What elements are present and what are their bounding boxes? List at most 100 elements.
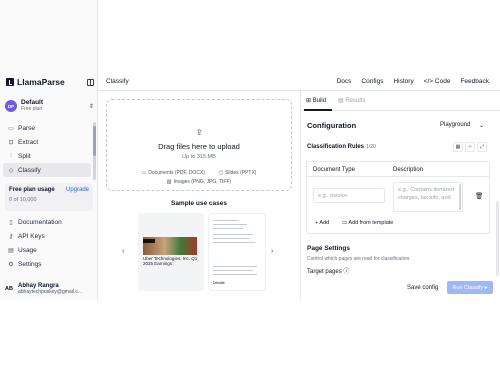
user-avatar: AB [5,286,13,292]
sidebar-nav: ▭ Parse ⊡ Extract ⫶ Split ◇ Classify [3,121,91,177]
run-classify-label: Run Classify [452,284,484,291]
image-icon: ▨ [166,179,172,185]
panel-scrollbar[interactable] [496,201,499,276]
active-tab-indicator [304,109,332,111]
sidebar-scrollbar-thumb[interactable] [93,126,96,156]
doc-text-line [213,274,257,275]
sidebar-secondary-nav: ▯ Documentation ⚷ API Keys ▤ Usage ⚙ Set… [3,215,91,271]
dropzone-title: Drag files here to upload [158,142,240,151]
file-dropzone[interactable]: ⇪ Drag files here to upload Up to 315 MB… [106,99,292,191]
tab-results[interactable]: ▤ Results [338,97,365,104]
doc-text-line [213,242,255,243]
sidebar-item-label: Classify [18,166,41,174]
column-header-document-type: Document Type [313,167,355,173]
workspace-switcher[interactable]: DP Default Free plan ⇕ [5,97,94,115]
sample-card-uber[interactable]: Uber Technologies, Inc. Q1 2025 Earnings [138,213,204,291]
chevron-right-icon[interactable]: › [271,248,273,255]
sidebar-item-label: Settings [18,260,42,268]
add-from-template-label: Add from template [348,220,394,226]
page-title: Classify [106,78,129,85]
sample-card-title: Uber Technologies, Inc. Q1 2025 Earnings [143,256,198,267]
top-nav: Docs Configs History </> Code Feedback [334,77,492,86]
configs-button[interactable]: Configs [358,77,386,86]
sidebar-item-parse[interactable]: ▭ Parse [3,121,91,135]
doc-text-line [213,266,257,267]
target-pages-label: Target pages ⓘ [307,266,349,275]
workspace-plan: Free plan [21,105,43,112]
feedback-button[interactable]: Feedback [457,77,492,86]
sidebar-item-split[interactable]: ⫶ Split [3,149,91,163]
sidebar-item-label: Extract [18,138,39,146]
slides-icon: ▢ [218,170,224,176]
sidebar-item-extract[interactable]: ⊡ Extract [3,135,91,149]
sample-card-document[interactable]: Deloitte [208,213,266,291]
add-rule-button[interactable]: + Add [315,220,329,226]
trash-icon[interactable]: 🗑 [475,192,483,200]
rules-count: 1/20 [366,144,376,150]
description-scrollbar[interactable] [459,184,461,210]
document-type-input[interactable] [313,188,385,203]
chevron-updown-icon: ⇕ [88,103,94,110]
docs-button[interactable]: Docs [334,77,355,86]
chevron-left-icon[interactable]: ‹ [122,248,124,255]
app-name: LlamaParse [17,77,65,87]
format-slides: Slides (PPTX) [225,170,257,176]
page-settings-subtitle: Control which pages are read for classif… [307,256,411,262]
format-documents: Documents (PDF, DOCX) [148,170,205,176]
preset-value: Playground [440,122,471,128]
gear-icon: ⚙ [8,261,14,268]
usage-icon: ▤ [8,247,14,254]
description-input[interactable] [393,182,463,212]
doc-text-line [213,228,243,229]
book-icon: ▯ [9,219,13,226]
tag-icon: ◇ [8,167,14,174]
expand-icon[interactable]: ⤢ [477,142,487,152]
format-row: ▨ Images (PNG, JPG, TIFF) [107,179,291,185]
save-config-button[interactable]: Save config [407,285,438,291]
tab-build-label: Build [312,98,327,104]
run-classify-button[interactable]: Run Classify ▸ [447,281,493,294]
sidebar-item-settings[interactable]: ⚙ Settings [3,257,91,271]
page-settings-title: Page Settings [307,245,350,252]
app-logo-row: LlamaParse [6,77,94,87]
sidebar-item-label: Documentation [18,218,62,226]
classification-rules-label: Classification Rules 1/20 [307,144,376,150]
top-bar: Classify Docs Configs History </> Code F… [98,74,500,91]
upload-icon: ⇪ [196,128,203,137]
code-button[interactable]: </> Code [421,77,454,86]
sidebar-item-label: Usage [18,246,37,254]
tab-results-label: Results [345,98,366,104]
chevron-down-icon: ⌄ [478,122,484,129]
info-icon: ⓘ [343,269,350,275]
llamaparse-logo-icon [6,78,14,86]
column-header-description: Description [393,167,424,173]
samples-title: Sample use cases [170,200,227,207]
tab-build[interactable]: ⊞ Build [306,97,326,104]
panel-tabs: ⊞ Build ▤ Results [301,91,500,111]
config-panel: ⊞ Build ▤ Results Configuration Playgrou… [300,91,500,300]
format-row: ▭ Documents (PDF, DOCX) ▢ Slides (PPTX) [107,170,291,176]
split-icon: ⫶ [10,152,12,159]
rules-table: Document Type Description 🗑 + Add ▭ Add … [306,161,490,234]
configuration-title: Configuration [307,121,357,130]
sidebar-item-api-keys[interactable]: ⚷ API Keys [3,229,91,243]
target-pages-text: Target pages [307,269,342,275]
sidebar-item-usage[interactable]: ▤ Usage [3,243,91,257]
sidebar-item-label: API Keys [18,232,45,240]
upgrade-link[interactable]: Upgrade [66,187,89,193]
history-button[interactable]: History [390,77,416,86]
document-icon: ▭ [141,170,147,176]
add-from-template-button[interactable]: ▭ Add from template [342,220,393,226]
user-menu[interactable]: AB Abhay Rangra abhaytechpuskey@gmail.c.… [3,281,95,297]
extract-icon: ⊡ [8,139,14,146]
uber-logo [143,239,155,243]
workspace-avatar: DP [5,100,17,112]
sidebar-item-documentation[interactable]: ▯ Documentation [3,215,91,229]
doc-text-line [213,270,253,271]
sidebar-item-classify[interactable]: ◇ Classify [3,163,91,177]
preset-select[interactable]: Playground ⌄ [437,119,487,131]
sidebar-collapse-icon[interactable] [87,78,94,86]
dropzone-subtitle: Up to 315 MB [182,154,216,160]
table-view-icon[interactable]: ▦ [453,142,463,152]
code-view-icon[interactable]: ‹› [465,142,475,152]
